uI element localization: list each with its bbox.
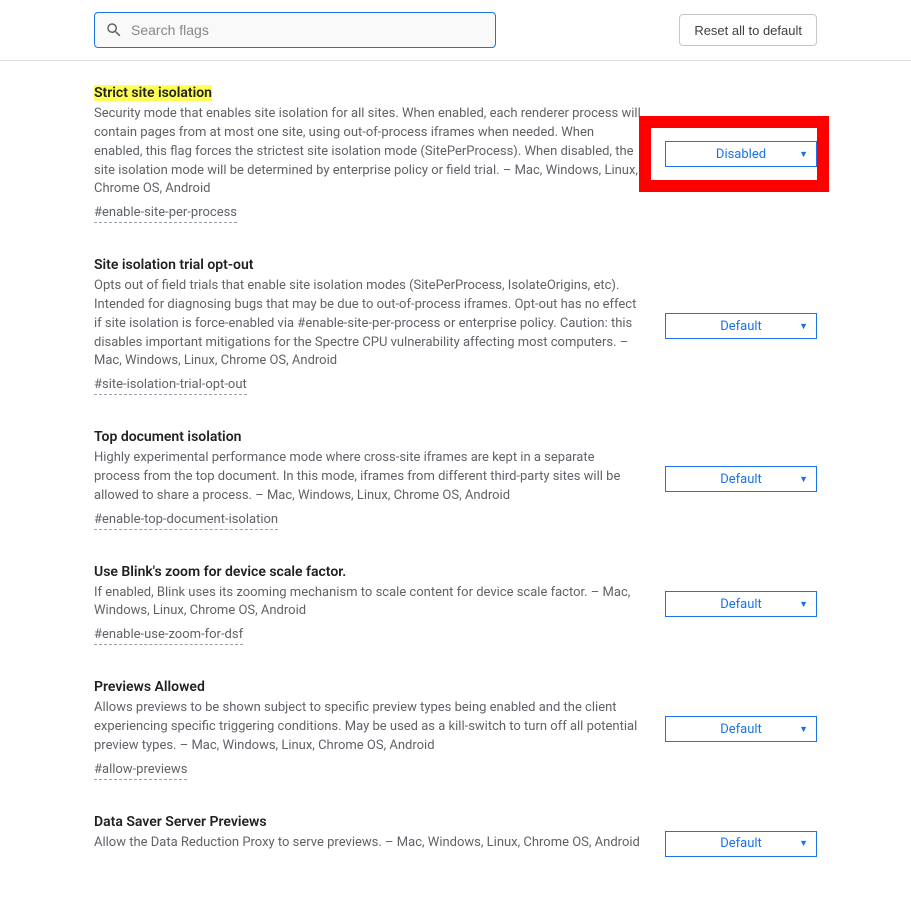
chevron-down-icon: ▼	[799, 474, 808, 485]
chevron-down-icon: ▼	[799, 149, 808, 160]
flag-title: Site isolation trial opt-out	[94, 257, 253, 273]
search-icon	[105, 21, 123, 39]
flag-select[interactable]: Default ▼	[665, 716, 817, 742]
flags-list: Strict site isolation Security mode that …	[0, 61, 911, 874]
flag-select-value: Disabled	[716, 147, 766, 162]
chevron-down-icon: ▼	[799, 724, 808, 735]
flag-item: Strict site isolation Security mode that …	[94, 85, 817, 223]
flag-title: Data Saver Server Previews	[94, 814, 267, 830]
flag-select-value: Default	[720, 597, 762, 612]
chevron-down-icon: ▼	[799, 599, 808, 610]
flag-title: Strict site isolation	[94, 85, 212, 101]
flag-hash-link[interactable]: #allow-previews	[94, 762, 187, 780]
flag-description: Opts out of field trials that enable sit…	[94, 277, 642, 371]
flag-select-value: Default	[720, 722, 762, 737]
search-box[interactable]	[94, 12, 496, 48]
flag-hash-link[interactable]: #enable-top-document-isolation	[94, 512, 278, 530]
flag-title: Use Blink's zoom for device scale factor…	[94, 564, 346, 580]
flag-select[interactable]: Default ▼	[665, 313, 817, 339]
flag-description: Allows previews to be shown subject to s…	[94, 699, 642, 756]
reset-button[interactable]: Reset all to default	[679, 14, 817, 46]
flag-select[interactable]: Default ▼	[665, 831, 817, 857]
chevron-down-icon: ▼	[799, 838, 808, 849]
flag-hash-link[interactable]: #enable-site-per-process	[94, 205, 237, 223]
flag-select-value: Default	[720, 319, 762, 334]
search-input[interactable]	[131, 22, 485, 38]
flag-item: Site isolation trial opt-out Opts out of …	[94, 257, 817, 395]
flag-hash-link[interactable]: #site-isolation-trial-opt-out	[94, 377, 247, 395]
flag-hash-link[interactable]: #enable-use-zoom-for-dsf	[94, 627, 243, 645]
flag-select-value: Default	[720, 472, 762, 487]
flag-item: Data Saver Server Previews Allow the Data…	[94, 814, 817, 874]
flag-item: Use Blink's zoom for device scale factor…	[94, 564, 817, 646]
flag-description: If enabled, Blink uses its zooming mecha…	[94, 584, 642, 622]
flag-title: Top document isolation	[94, 429, 241, 445]
top-bar: Reset all to default	[0, 0, 911, 61]
flag-item: Previews Allowed Allows previews to be sh…	[94, 679, 817, 779]
chevron-down-icon: ▼	[799, 321, 808, 332]
flag-select[interactable]: Default ▼	[665, 591, 817, 617]
flag-title: Previews Allowed	[94, 679, 205, 695]
flag-description: Allow the Data Reduction Proxy to serve …	[94, 834, 642, 853]
flag-select[interactable]: Disabled ▼	[665, 141, 817, 167]
flag-select[interactable]: Default ▼	[665, 466, 817, 492]
flag-description: Security mode that enables site isolatio…	[94, 105, 642, 199]
flag-description: Highly experimental performance mode whe…	[94, 449, 642, 506]
flag-item: Top document isolation Highly experimenta…	[94, 429, 817, 529]
flag-select-value: Default	[720, 836, 762, 851]
